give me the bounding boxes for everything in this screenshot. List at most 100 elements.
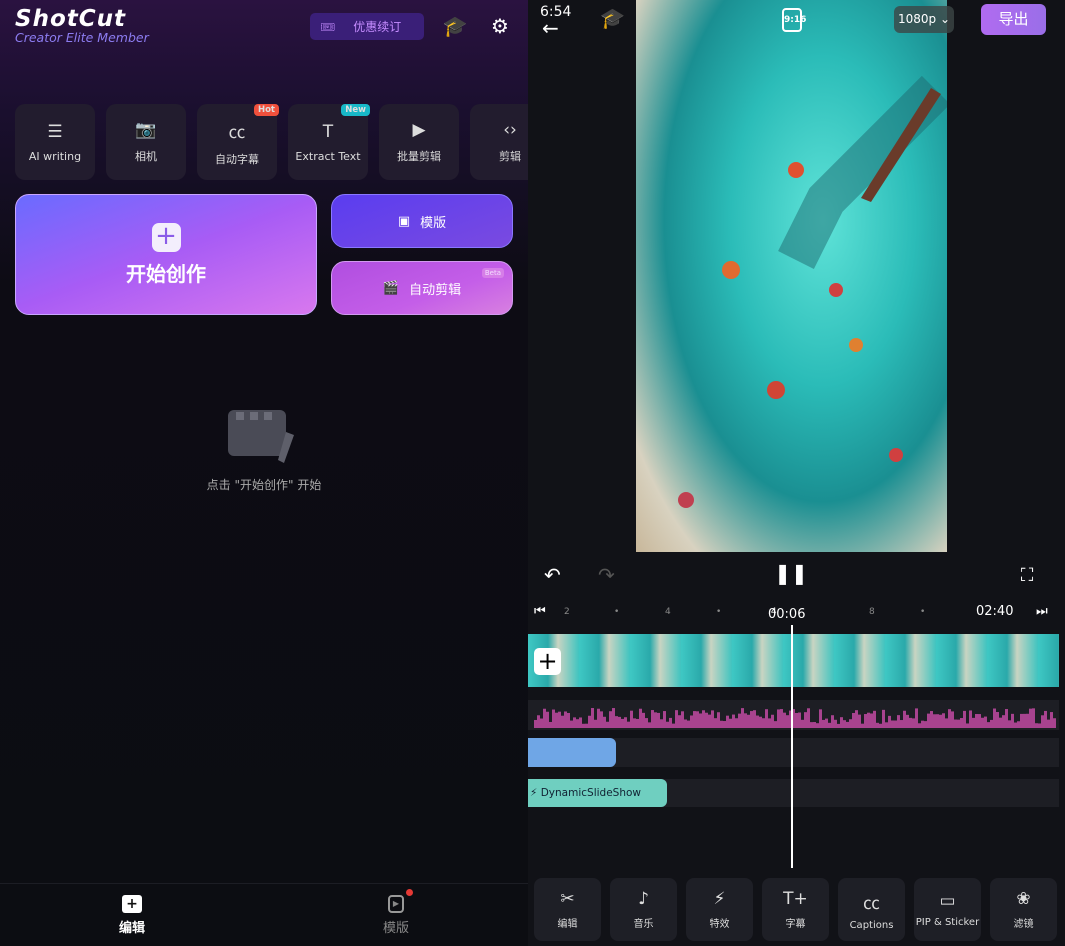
- pause-icon[interactable]: ❚❚: [774, 561, 808, 585]
- nav-edit[interactable]: + 编辑: [0, 884, 264, 946]
- waveform-bar: [960, 718, 963, 728]
- toolbar-filter[interactable]: ❀ 滤镜: [990, 878, 1057, 941]
- audio-track[interactable]: [528, 700, 1059, 730]
- waveform-bar: [537, 715, 540, 728]
- fullscreen-icon[interactable]: ⛶: [1016, 564, 1038, 586]
- waveform-bar: [774, 721, 777, 728]
- waveform-bar: [540, 718, 543, 728]
- renew-button[interactable]: 🎟 优惠续订: [310, 13, 424, 40]
- video-track[interactable]: [528, 634, 1059, 687]
- resolution-dropdown[interactable]: 1080p ⌄: [894, 6, 954, 33]
- beta-badge: Beta: [481, 268, 504, 278]
- waveform-bar: [687, 720, 690, 728]
- skip-end-icon[interactable]: ⏭: [1036, 604, 1048, 619]
- waveform-bar: [1008, 720, 1011, 728]
- waveform-bar: [990, 719, 993, 728]
- tool-1[interactable]: 📷 相机: [106, 104, 186, 180]
- toolbar-label: Captions: [849, 919, 894, 931]
- waveform-bar: [828, 722, 831, 728]
- waveform-bar: [729, 718, 732, 728]
- toolbar-music-note[interactable]: ♪ 音乐: [610, 878, 677, 941]
- tutorial-cap-icon[interactable]: 🎓: [600, 6, 625, 30]
- tool-2[interactable]: ㏄自动字幕 Hot: [197, 104, 279, 180]
- current-time-fraction: .4: [768, 607, 777, 617]
- toolbar-captions-ai[interactable]: ㏄ Captions: [838, 878, 905, 941]
- waveform-bar: [1002, 715, 1005, 728]
- filter-icon: ❀: [1016, 889, 1031, 909]
- toolbar-text-add[interactable]: T+ 字幕: [762, 878, 829, 941]
- waveform-bar: [978, 714, 981, 728]
- waveform-bar: [930, 711, 933, 728]
- waveform-bar: [1047, 719, 1050, 728]
- waveform-bar: [807, 708, 810, 728]
- effect-clip[interactable]: ⚡ DynamicSlideShow: [528, 779, 667, 807]
- waveform-bar: [936, 714, 939, 728]
- toolbar-pip-sticker[interactable]: ▭ PIP & Sticker: [914, 878, 981, 941]
- tool-0[interactable]: ☰ AI writing: [15, 104, 95, 180]
- clapper-plus-icon: +: [122, 894, 142, 913]
- template-button[interactable]: ▣ 模版: [331, 194, 513, 248]
- video-preview[interactable]: [636, 0, 947, 552]
- waveform-bar: [783, 712, 786, 728]
- aspect-ratio-button[interactable]: 9:16: [782, 8, 806, 32]
- undo-icon[interactable]: ↶: [544, 563, 561, 587]
- waveform-bar: [897, 715, 900, 728]
- waveform-bar: [672, 723, 675, 728]
- waveform-bar: [1026, 713, 1029, 728]
- tool-3[interactable]: T Extract Text New: [288, 104, 370, 180]
- waveform-bar: [972, 717, 975, 728]
- waveform-bar: [996, 711, 999, 728]
- waveform-bar: [867, 712, 870, 728]
- text-clip[interactable]: [528, 738, 616, 767]
- tool-badge: New: [341, 104, 370, 116]
- tool-4[interactable]: ▶ 批量剪辑: [379, 104, 459, 180]
- settings-gear-icon[interactable]: ⚙: [488, 14, 512, 38]
- tool-label: AI writing: [28, 149, 82, 163]
- toolbar-scissors[interactable]: ✂ 编辑: [534, 878, 601, 941]
- waveform-bar: [735, 718, 738, 728]
- waveform-bar: [648, 722, 651, 728]
- waveform-bar: [858, 714, 861, 728]
- waveform-bar: [567, 712, 570, 728]
- playhead[interactable]: [791, 625, 793, 868]
- waveform-bar: [801, 719, 804, 728]
- notification-dot: [406, 889, 413, 896]
- scissors-icon: ✂: [560, 889, 575, 909]
- waveform-bar: [675, 710, 678, 728]
- waveform-bar: [780, 709, 783, 728]
- skip-start-icon[interactable]: ⏮: [534, 604, 546, 619]
- waveform-bar: [714, 718, 717, 728]
- waveform-bar: [615, 716, 618, 728]
- nav-template[interactable]: ▶ 模版: [264, 884, 528, 946]
- waveform-bar: [948, 709, 951, 728]
- waveform-bar: [702, 710, 705, 728]
- waveform-bar: [744, 713, 747, 728]
- waveform-bar: [975, 714, 978, 728]
- auto-edit-button[interactable]: 🎬 自动剪辑 Beta: [331, 261, 513, 315]
- toolbar-label: 字幕: [785, 919, 806, 930]
- back-arrow-icon[interactable]: ←: [542, 16, 559, 40]
- waveform-bar: [894, 720, 897, 728]
- timeline-ruler[interactable]: ⏮ 2 • 4 • 8 • 00:06.4 02:40 ⏭: [528, 604, 1065, 624]
- waveform-bar: [804, 712, 807, 728]
- waveform-bar: [954, 719, 957, 728]
- waveform-bar: [882, 709, 885, 728]
- template-icon: ▶: [388, 894, 404, 913]
- start-creating-button[interactable]: + 开始创作: [15, 194, 317, 315]
- waveform-bar: [624, 717, 627, 728]
- waveform-bar: [666, 721, 669, 728]
- redo-icon[interactable]: ↷: [598, 563, 615, 587]
- export-button[interactable]: 导出: [981, 4, 1046, 35]
- waveform-bar: [738, 713, 741, 728]
- tutorial-cap-icon[interactable]: 🎓: [442, 14, 468, 38]
- add-clip-button[interactable]: +: [534, 648, 561, 675]
- waveform-bar: [918, 723, 921, 728]
- tool-label: Extract Text: [295, 149, 361, 163]
- auto-edit-label: 自动剪辑: [409, 282, 462, 298]
- waveform-bar: [993, 708, 996, 728]
- waveform-bar: [741, 708, 744, 728]
- waveform-bar: [924, 721, 927, 728]
- waveform-bar: [570, 720, 573, 728]
- toolbar-effects-bolt[interactable]: ⚡ 特效: [686, 878, 753, 941]
- waveform-bar: [939, 714, 942, 728]
